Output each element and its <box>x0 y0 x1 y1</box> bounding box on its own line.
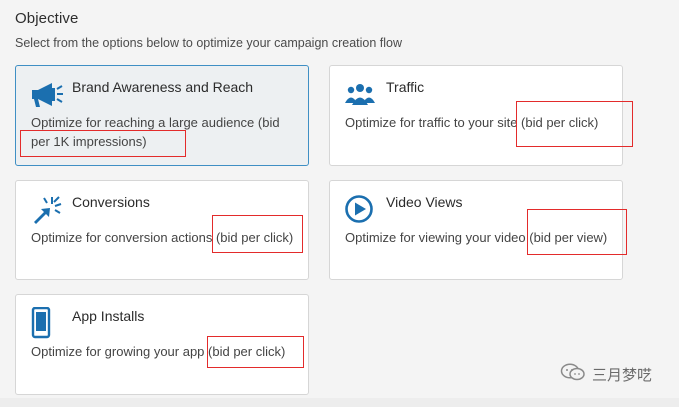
option-title: App Installs <box>72 308 145 324</box>
option-title: Conversions <box>72 194 150 210</box>
option-card-conversions[interactable]: Conversions Optimize for conversion acti… <box>15 180 309 280</box>
option-card-traffic[interactable]: Traffic Optimize for traffic to your sit… <box>329 65 623 166</box>
page-title: Objective <box>15 10 79 27</box>
option-description: Optimize for reaching a large audience (… <box>31 115 280 149</box>
bottom-scroll-bar <box>0 398 679 407</box>
megaphone-icon <box>30 79 64 109</box>
people-group-icon <box>344 79 378 109</box>
option-card-brand-awareness[interactable]: Brand Awareness and Reach Optimize for r… <box>15 65 309 166</box>
option-title: Traffic <box>386 79 425 95</box>
option-description: Optimize for traffic to your site (bid p… <box>345 115 599 130</box>
page-subtitle: Select from the options below to optimiz… <box>15 36 402 50</box>
watermark: 三月梦呓 <box>560 362 652 386</box>
play-circle-icon <box>344 194 378 224</box>
objective-panel: Objective Select from the options below … <box>0 0 679 407</box>
watermark-text: 三月梦呓 <box>592 366 653 384</box>
option-card-app-installs[interactable]: App Installs Optimize for growing your a… <box>15 294 309 395</box>
option-card-video-views[interactable]: Video Views Optimize for viewing your vi… <box>329 180 623 280</box>
mobile-phone-icon <box>30 307 64 339</box>
option-title: Brand Awareness and Reach <box>72 79 254 95</box>
option-title: Video Views <box>386 194 463 210</box>
option-description: Optimize for viewing your video (bid per… <box>345 230 608 245</box>
wechat-icon <box>560 362 586 386</box>
cursor-click-icon <box>30 194 64 224</box>
option-description: Optimize for growing your app (bid per c… <box>31 344 286 359</box>
option-description: Optimize for conversion actions (bid per… <box>31 230 294 245</box>
